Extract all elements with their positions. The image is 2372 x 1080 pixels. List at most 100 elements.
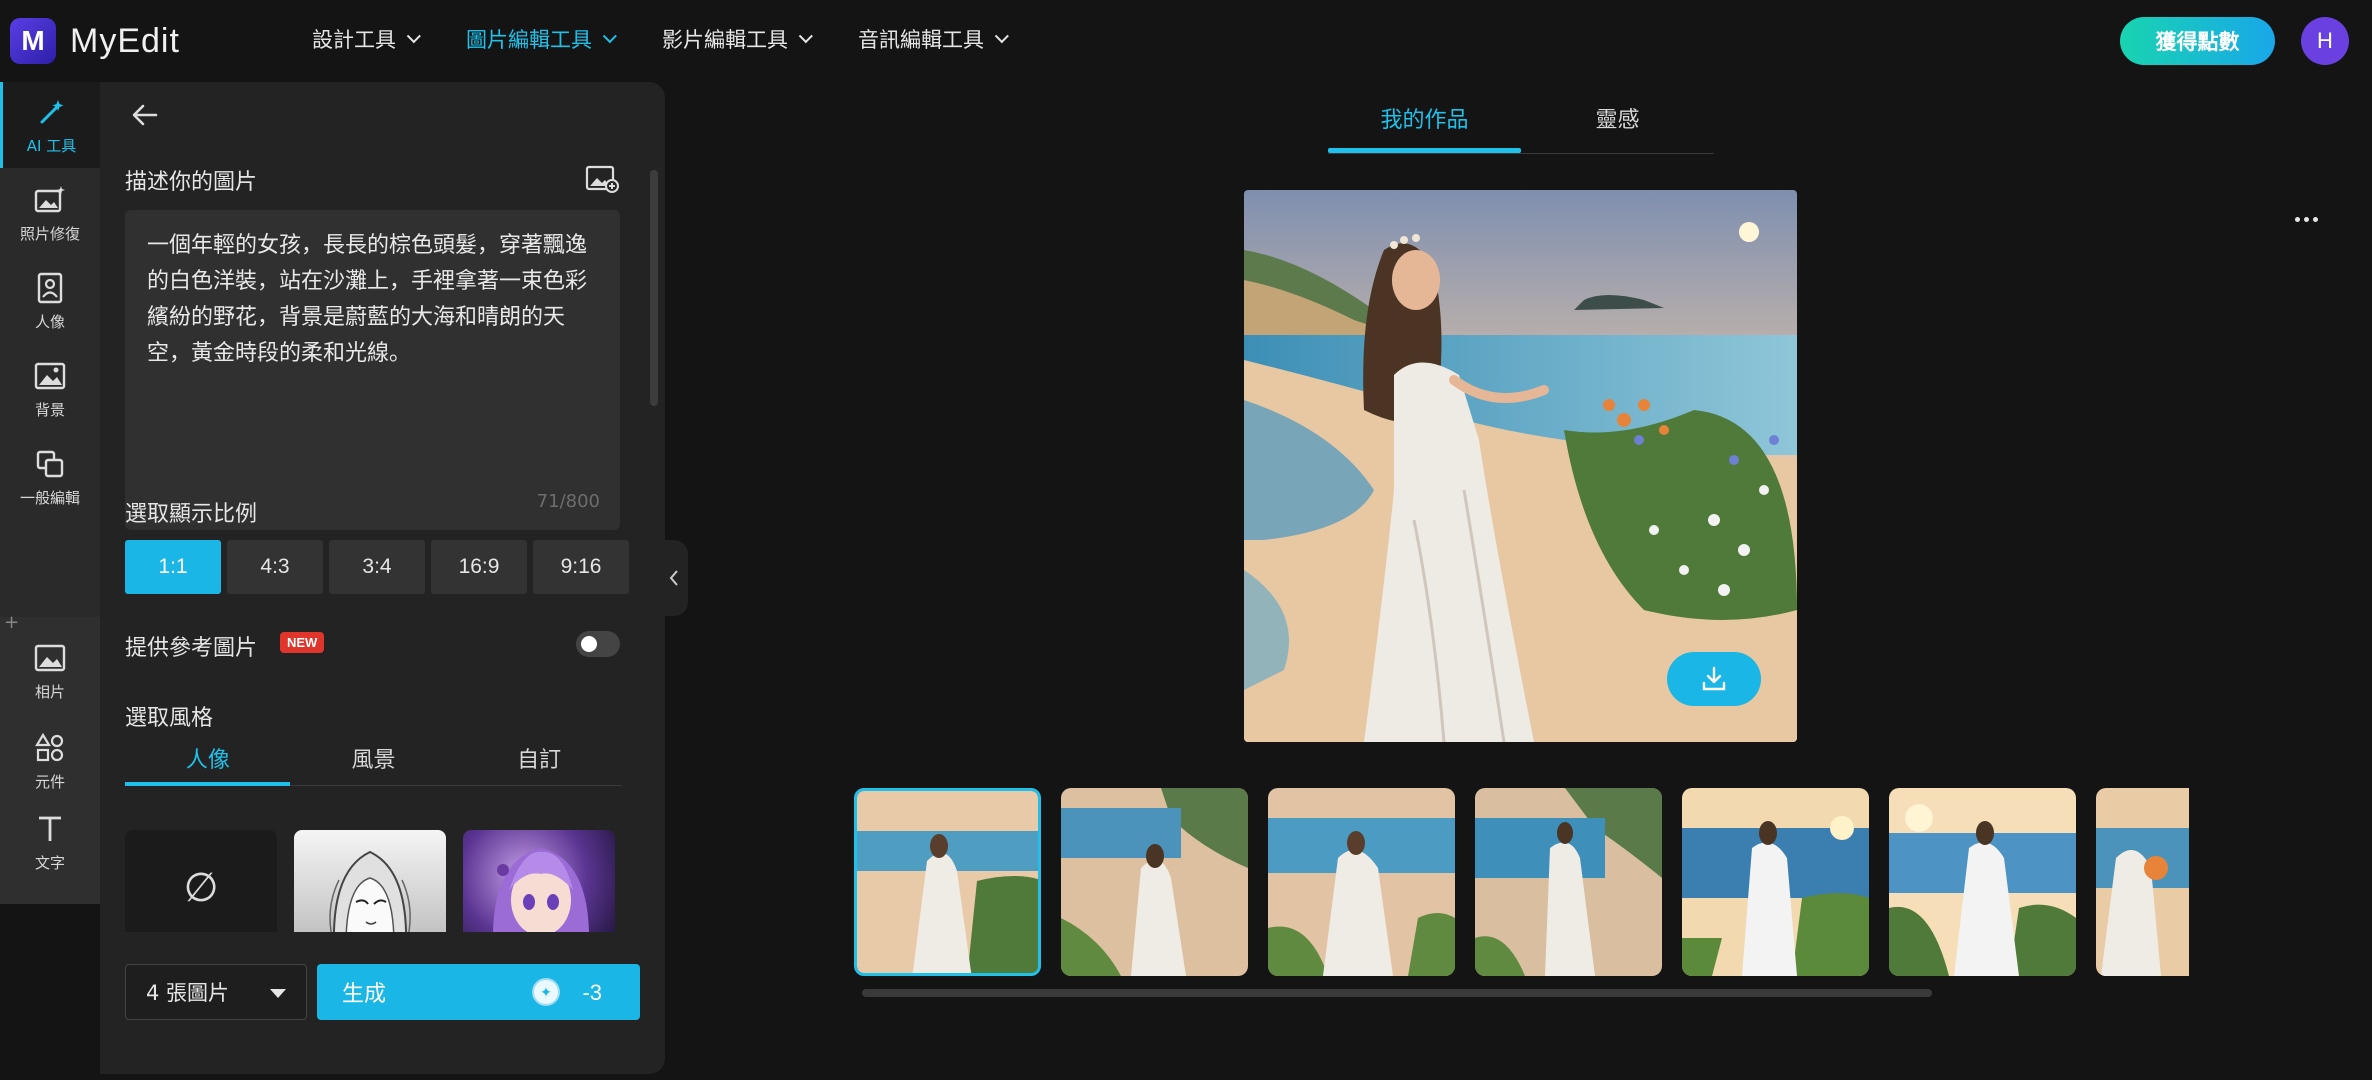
nav-label: 圖片編輯工具	[466, 28, 592, 52]
style-thumbnails: ∅	[125, 830, 615, 945]
rail-label: 相片	[34, 682, 65, 701]
back-arrow-icon[interactable]	[130, 100, 160, 130]
toggle-knob	[581, 636, 597, 652]
image-count-select[interactable]: 4 張圖片	[125, 964, 307, 1020]
ratio-9-16-button[interactable]: 9:16	[533, 540, 629, 594]
thumbnail-image	[1475, 788, 1662, 976]
thumbnail-image	[1682, 788, 1869, 976]
shapes-icon	[33, 731, 67, 765]
result-thumbnail-strip	[854, 788, 2189, 980]
download-icon	[1702, 666, 1726, 691]
generate-button[interactable]: 生成 ✦ -3	[317, 964, 640, 1020]
style-tab-custom[interactable]: 自訂	[456, 742, 622, 785]
photo-icon	[33, 641, 67, 675]
main-nav: 設計工具 圖片編輯工具 影片編輯工具 音訊編輯工具	[312, 24, 1054, 54]
style-none-option[interactable]: ∅	[125, 830, 277, 945]
background-icon	[33, 359, 67, 393]
edit-layers-icon	[33, 447, 67, 481]
prompt-textarea[interactable]: 一個年輕的女孩，長長的棕色頭髮，穿著飄逸的白色洋裝，站在沙灘上，手裡拿著一束色彩…	[125, 210, 620, 530]
style-tab-portrait[interactable]: 人像	[125, 742, 291, 785]
char-count: 71/800	[536, 491, 600, 512]
photo-repair-icon	[33, 183, 67, 217]
result-thumbnail[interactable]	[1475, 788, 1662, 976]
rail-label: 背景	[34, 400, 65, 419]
rail-item-photo-repair[interactable]: 照片修復	[0, 170, 100, 256]
thumbnail-image	[1889, 788, 2076, 976]
nav-label: 影片編輯工具	[662, 28, 788, 52]
prompt-text: 一個年輕的女孩，長長的棕色頭髮，穿著飄逸的白色洋裝，站在沙灘上，手裡拿著一束色彩…	[147, 233, 588, 366]
caret-down-icon	[270, 989, 286, 998]
chevron-down-icon	[798, 29, 813, 44]
rail-label: 元件	[34, 772, 65, 791]
avatar[interactable]: H	[2301, 17, 2349, 65]
nav-label: 設計工具	[312, 28, 396, 52]
rail-label: AI 工具	[26, 136, 77, 155]
thumbnail-image	[1268, 788, 1455, 976]
result-thumbnail[interactable]	[854, 788, 1041, 976]
rail-item-general-edit[interactable]: 一般編輯	[0, 434, 100, 520]
image-count-value: 4 張圖片	[146, 981, 230, 1005]
download-button[interactable]	[1667, 652, 1761, 706]
tab-my-works[interactable]: 我的作品	[1328, 98, 1521, 153]
reference-title: 提供參考圖片	[125, 636, 258, 661]
nav-image-tools[interactable]: 圖片編輯工具	[466, 24, 617, 54]
thumbnail-image	[857, 791, 1038, 973]
thumbnail-strip-scrollbar[interactable]	[862, 989, 1932, 997]
top-bar: M MyEdit 設計工具 圖片編輯工具 影片編輯工具 音訊編輯工具 獲得點數 …	[0, 0, 2372, 80]
result-thumbnail[interactable]	[1268, 788, 1455, 976]
ai-tool-panel: 描述你的圖片 一個年輕的女孩，長長的棕色頭髮，穿著飄逸的白色洋裝，站在沙灘上，手…	[100, 82, 665, 1074]
generate-cost: -3	[582, 980, 602, 1005]
ratio-options: 1:1 4:3 3:4 16:9 9:16	[125, 540, 629, 594]
more-options-icon[interactable]	[2292, 205, 2320, 233]
app-name: MyEdit	[70, 21, 180, 60]
ratio-3-4-button[interactable]: 3:4	[329, 540, 425, 594]
upload-image-icon[interactable]	[585, 164, 619, 194]
style-tab-indicator	[125, 782, 290, 786]
get-points-button[interactable]: 獲得點數	[2120, 17, 2275, 65]
reference-toggle[interactable]	[576, 631, 620, 657]
chevron-down-icon	[602, 29, 617, 44]
main-tab-indicator	[1328, 148, 1521, 153]
sketch-portrait-image	[329, 850, 411, 945]
result-thumbnail[interactable]	[1682, 788, 1869, 976]
describe-title: 描述你的圖片	[125, 170, 258, 195]
ratio-4-3-button[interactable]: 4:3	[227, 540, 323, 594]
app-logo[interactable]: M MyEdit	[10, 18, 180, 64]
main-tabs: 我的作品 靈感	[1328, 98, 1714, 154]
rail-item-text[interactable]: 文字	[0, 806, 100, 878]
magic-wand-icon	[35, 95, 69, 129]
ratio-1-1-button[interactable]: 1:1	[125, 540, 221, 594]
credit-icon: ✦	[532, 978, 560, 1006]
new-badge: NEW	[280, 632, 325, 653]
thumbnail-image	[2096, 788, 2189, 976]
nav-design-tools[interactable]: 設計工具	[312, 24, 421, 54]
style-anime-option[interactable]	[463, 830, 615, 945]
anime-portrait-image	[492, 848, 590, 945]
thumbnail-image	[1061, 788, 1248, 976]
chevron-down-icon	[406, 29, 421, 44]
rail-item-ai-tools[interactable]: AI 工具	[0, 82, 100, 168]
style-title: 選取風格	[125, 706, 214, 731]
tab-inspiration[interactable]: 靈感	[1521, 98, 1714, 153]
result-thumbnail[interactable]	[2096, 788, 2189, 976]
panel-scrollbar[interactable]	[650, 170, 658, 406]
nav-audio-tools[interactable]: 音訊編輯工具	[858, 24, 1009, 54]
rail-item-photo[interactable]: 相片	[0, 628, 100, 714]
collapse-panel-handle[interactable]	[660, 540, 688, 616]
style-tab-landscape[interactable]: 風景	[291, 742, 457, 785]
left-rail: AI 工具 照片修復 人像 背景 一般編輯 + 相片 元件 文字	[0, 82, 100, 904]
rail-label: 文字	[34, 853, 65, 872]
rail-label: 照片修復	[19, 224, 80, 243]
rail-item-background[interactable]: 背景	[0, 346, 100, 432]
result-thumbnail[interactable]	[1889, 788, 2076, 976]
rail-item-portrait[interactable]: 人像	[0, 258, 100, 344]
no-style-icon: ∅	[183, 864, 219, 911]
result-thumbnail[interactable]	[1061, 788, 1248, 976]
ratio-16-9-button[interactable]: 16:9	[431, 540, 527, 594]
style-tabs: 人像 風景 自訂	[125, 742, 622, 786]
logo-mark-icon: M	[10, 18, 56, 64]
style-sketch-option[interactable]	[294, 830, 446, 945]
nav-video-tools[interactable]: 影片編輯工具	[662, 24, 813, 54]
rail-label: 人像	[34, 312, 65, 331]
rail-item-elements[interactable]: 元件	[0, 718, 100, 804]
